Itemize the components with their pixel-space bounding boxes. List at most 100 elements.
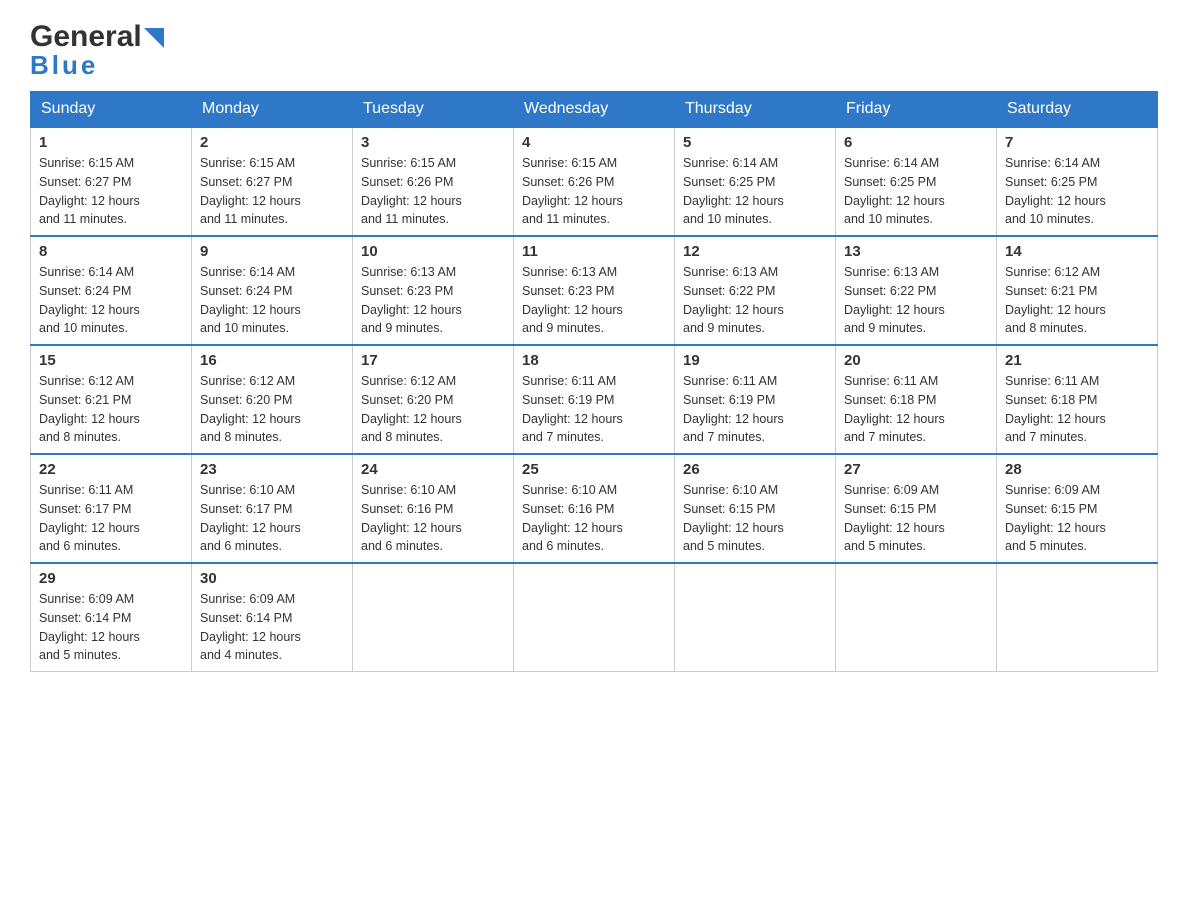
day-number: 23 bbox=[200, 461, 344, 478]
day-info: Sunrise: 6:09 AM Sunset: 6:15 PM Dayligh… bbox=[844, 481, 988, 556]
logo-triangle-icon bbox=[144, 28, 164, 48]
week-row-4: 22 Sunrise: 6:11 AM Sunset: 6:17 PM Dayl… bbox=[31, 454, 1158, 563]
day-number: 12 bbox=[683, 243, 827, 260]
day-info: Sunrise: 6:09 AM Sunset: 6:14 PM Dayligh… bbox=[200, 590, 344, 665]
day-info: Sunrise: 6:12 AM Sunset: 6:20 PM Dayligh… bbox=[361, 372, 505, 447]
day-number: 20 bbox=[844, 352, 988, 369]
col-header-monday: Monday bbox=[192, 92, 353, 128]
calendar-table: SundayMondayTuesdayWednesdayThursdayFrid… bbox=[30, 91, 1158, 672]
day-number: 18 bbox=[522, 352, 666, 369]
day-number: 3 bbox=[361, 134, 505, 151]
calendar-cell: 6 Sunrise: 6:14 AM Sunset: 6:25 PM Dayli… bbox=[836, 127, 997, 236]
day-number: 7 bbox=[1005, 134, 1149, 151]
calendar-cell: 15 Sunrise: 6:12 AM Sunset: 6:21 PM Dayl… bbox=[31, 345, 192, 454]
col-header-saturday: Saturday bbox=[997, 92, 1158, 128]
day-number: 6 bbox=[844, 134, 988, 151]
day-info: Sunrise: 6:13 AM Sunset: 6:23 PM Dayligh… bbox=[361, 263, 505, 338]
day-info: Sunrise: 6:10 AM Sunset: 6:16 PM Dayligh… bbox=[361, 481, 505, 556]
calendar-header-row: SundayMondayTuesdayWednesdayThursdayFrid… bbox=[31, 92, 1158, 128]
day-info: Sunrise: 6:15 AM Sunset: 6:27 PM Dayligh… bbox=[200, 154, 344, 229]
day-info: Sunrise: 6:12 AM Sunset: 6:21 PM Dayligh… bbox=[39, 372, 183, 447]
week-row-3: 15 Sunrise: 6:12 AM Sunset: 6:21 PM Dayl… bbox=[31, 345, 1158, 454]
day-info: Sunrise: 6:14 AM Sunset: 6:25 PM Dayligh… bbox=[1005, 154, 1149, 229]
calendar-cell: 17 Sunrise: 6:12 AM Sunset: 6:20 PM Dayl… bbox=[353, 345, 514, 454]
calendar-cell: 22 Sunrise: 6:11 AM Sunset: 6:17 PM Dayl… bbox=[31, 454, 192, 563]
col-header-tuesday: Tuesday bbox=[353, 92, 514, 128]
day-number: 4 bbox=[522, 134, 666, 151]
day-number: 9 bbox=[200, 243, 344, 260]
day-number: 22 bbox=[39, 461, 183, 478]
calendar-cell: 29 Sunrise: 6:09 AM Sunset: 6:14 PM Dayl… bbox=[31, 563, 192, 672]
calendar-cell: 27 Sunrise: 6:09 AM Sunset: 6:15 PM Dayl… bbox=[836, 454, 997, 563]
day-info: Sunrise: 6:10 AM Sunset: 6:16 PM Dayligh… bbox=[522, 481, 666, 556]
day-info: Sunrise: 6:15 AM Sunset: 6:27 PM Dayligh… bbox=[39, 154, 183, 229]
day-number: 27 bbox=[844, 461, 988, 478]
day-info: Sunrise: 6:10 AM Sunset: 6:17 PM Dayligh… bbox=[200, 481, 344, 556]
day-number: 26 bbox=[683, 461, 827, 478]
day-number: 25 bbox=[522, 461, 666, 478]
day-info: Sunrise: 6:13 AM Sunset: 6:22 PM Dayligh… bbox=[844, 263, 988, 338]
calendar-cell bbox=[997, 563, 1158, 672]
day-info: Sunrise: 6:14 AM Sunset: 6:24 PM Dayligh… bbox=[200, 263, 344, 338]
day-number: 14 bbox=[1005, 243, 1149, 260]
calendar-cell: 14 Sunrise: 6:12 AM Sunset: 6:21 PM Dayl… bbox=[997, 236, 1158, 345]
page-header: General Blue bbox=[30, 20, 1158, 81]
day-number: 21 bbox=[1005, 352, 1149, 369]
logo-general-text: General bbox=[30, 20, 142, 54]
calendar-cell: 5 Sunrise: 6:14 AM Sunset: 6:25 PM Dayli… bbox=[675, 127, 836, 236]
calendar-cell: 20 Sunrise: 6:11 AM Sunset: 6:18 PM Dayl… bbox=[836, 345, 997, 454]
day-info: Sunrise: 6:13 AM Sunset: 6:23 PM Dayligh… bbox=[522, 263, 666, 338]
col-header-sunday: Sunday bbox=[31, 92, 192, 128]
day-number: 1 bbox=[39, 134, 183, 151]
col-header-thursday: Thursday bbox=[675, 92, 836, 128]
calendar-cell: 9 Sunrise: 6:14 AM Sunset: 6:24 PM Dayli… bbox=[192, 236, 353, 345]
day-info: Sunrise: 6:14 AM Sunset: 6:24 PM Dayligh… bbox=[39, 263, 183, 338]
day-info: Sunrise: 6:09 AM Sunset: 6:14 PM Dayligh… bbox=[39, 590, 183, 665]
calendar-cell: 8 Sunrise: 6:14 AM Sunset: 6:24 PM Dayli… bbox=[31, 236, 192, 345]
day-info: Sunrise: 6:11 AM Sunset: 6:19 PM Dayligh… bbox=[522, 372, 666, 447]
week-row-5: 29 Sunrise: 6:09 AM Sunset: 6:14 PM Dayl… bbox=[31, 563, 1158, 672]
day-info: Sunrise: 6:15 AM Sunset: 6:26 PM Dayligh… bbox=[522, 154, 666, 229]
calendar-cell: 1 Sunrise: 6:15 AM Sunset: 6:27 PM Dayli… bbox=[31, 127, 192, 236]
calendar-cell: 30 Sunrise: 6:09 AM Sunset: 6:14 PM Dayl… bbox=[192, 563, 353, 672]
day-info: Sunrise: 6:12 AM Sunset: 6:21 PM Dayligh… bbox=[1005, 263, 1149, 338]
day-number: 17 bbox=[361, 352, 505, 369]
calendar-cell: 11 Sunrise: 6:13 AM Sunset: 6:23 PM Dayl… bbox=[514, 236, 675, 345]
day-number: 11 bbox=[522, 243, 666, 260]
calendar-cell: 2 Sunrise: 6:15 AM Sunset: 6:27 PM Dayli… bbox=[192, 127, 353, 236]
calendar-cell: 26 Sunrise: 6:10 AM Sunset: 6:15 PM Dayl… bbox=[675, 454, 836, 563]
calendar-cell bbox=[836, 563, 997, 672]
day-info: Sunrise: 6:13 AM Sunset: 6:22 PM Dayligh… bbox=[683, 263, 827, 338]
day-info: Sunrise: 6:11 AM Sunset: 6:18 PM Dayligh… bbox=[1005, 372, 1149, 447]
calendar-cell: 16 Sunrise: 6:12 AM Sunset: 6:20 PM Dayl… bbox=[192, 345, 353, 454]
calendar-cell bbox=[514, 563, 675, 672]
calendar-cell: 18 Sunrise: 6:11 AM Sunset: 6:19 PM Dayl… bbox=[514, 345, 675, 454]
day-number: 8 bbox=[39, 243, 183, 260]
calendar-cell: 21 Sunrise: 6:11 AM Sunset: 6:18 PM Dayl… bbox=[997, 345, 1158, 454]
day-info: Sunrise: 6:14 AM Sunset: 6:25 PM Dayligh… bbox=[844, 154, 988, 229]
day-info: Sunrise: 6:12 AM Sunset: 6:20 PM Dayligh… bbox=[200, 372, 344, 447]
day-number: 15 bbox=[39, 352, 183, 369]
calendar-cell: 24 Sunrise: 6:10 AM Sunset: 6:16 PM Dayl… bbox=[353, 454, 514, 563]
calendar-cell: 4 Sunrise: 6:15 AM Sunset: 6:26 PM Dayli… bbox=[514, 127, 675, 236]
day-info: Sunrise: 6:11 AM Sunset: 6:18 PM Dayligh… bbox=[844, 372, 988, 447]
day-number: 13 bbox=[844, 243, 988, 260]
logo: General Blue bbox=[30, 20, 164, 81]
day-info: Sunrise: 6:14 AM Sunset: 6:25 PM Dayligh… bbox=[683, 154, 827, 229]
calendar-cell: 7 Sunrise: 6:14 AM Sunset: 6:25 PM Dayli… bbox=[997, 127, 1158, 236]
col-header-friday: Friday bbox=[836, 92, 997, 128]
day-number: 19 bbox=[683, 352, 827, 369]
calendar-cell: 19 Sunrise: 6:11 AM Sunset: 6:19 PM Dayl… bbox=[675, 345, 836, 454]
day-number: 5 bbox=[683, 134, 827, 151]
calendar-cell: 3 Sunrise: 6:15 AM Sunset: 6:26 PM Dayli… bbox=[353, 127, 514, 236]
day-info: Sunrise: 6:11 AM Sunset: 6:17 PM Dayligh… bbox=[39, 481, 183, 556]
day-info: Sunrise: 6:15 AM Sunset: 6:26 PM Dayligh… bbox=[361, 154, 505, 229]
day-number: 30 bbox=[200, 570, 344, 587]
logo-blue-text: Blue bbox=[30, 50, 98, 81]
calendar-cell: 25 Sunrise: 6:10 AM Sunset: 6:16 PM Dayl… bbox=[514, 454, 675, 563]
day-info: Sunrise: 6:10 AM Sunset: 6:15 PM Dayligh… bbox=[683, 481, 827, 556]
day-number: 29 bbox=[39, 570, 183, 587]
calendar-cell bbox=[675, 563, 836, 672]
calendar-cell: 28 Sunrise: 6:09 AM Sunset: 6:15 PM Dayl… bbox=[997, 454, 1158, 563]
day-number: 10 bbox=[361, 243, 505, 260]
